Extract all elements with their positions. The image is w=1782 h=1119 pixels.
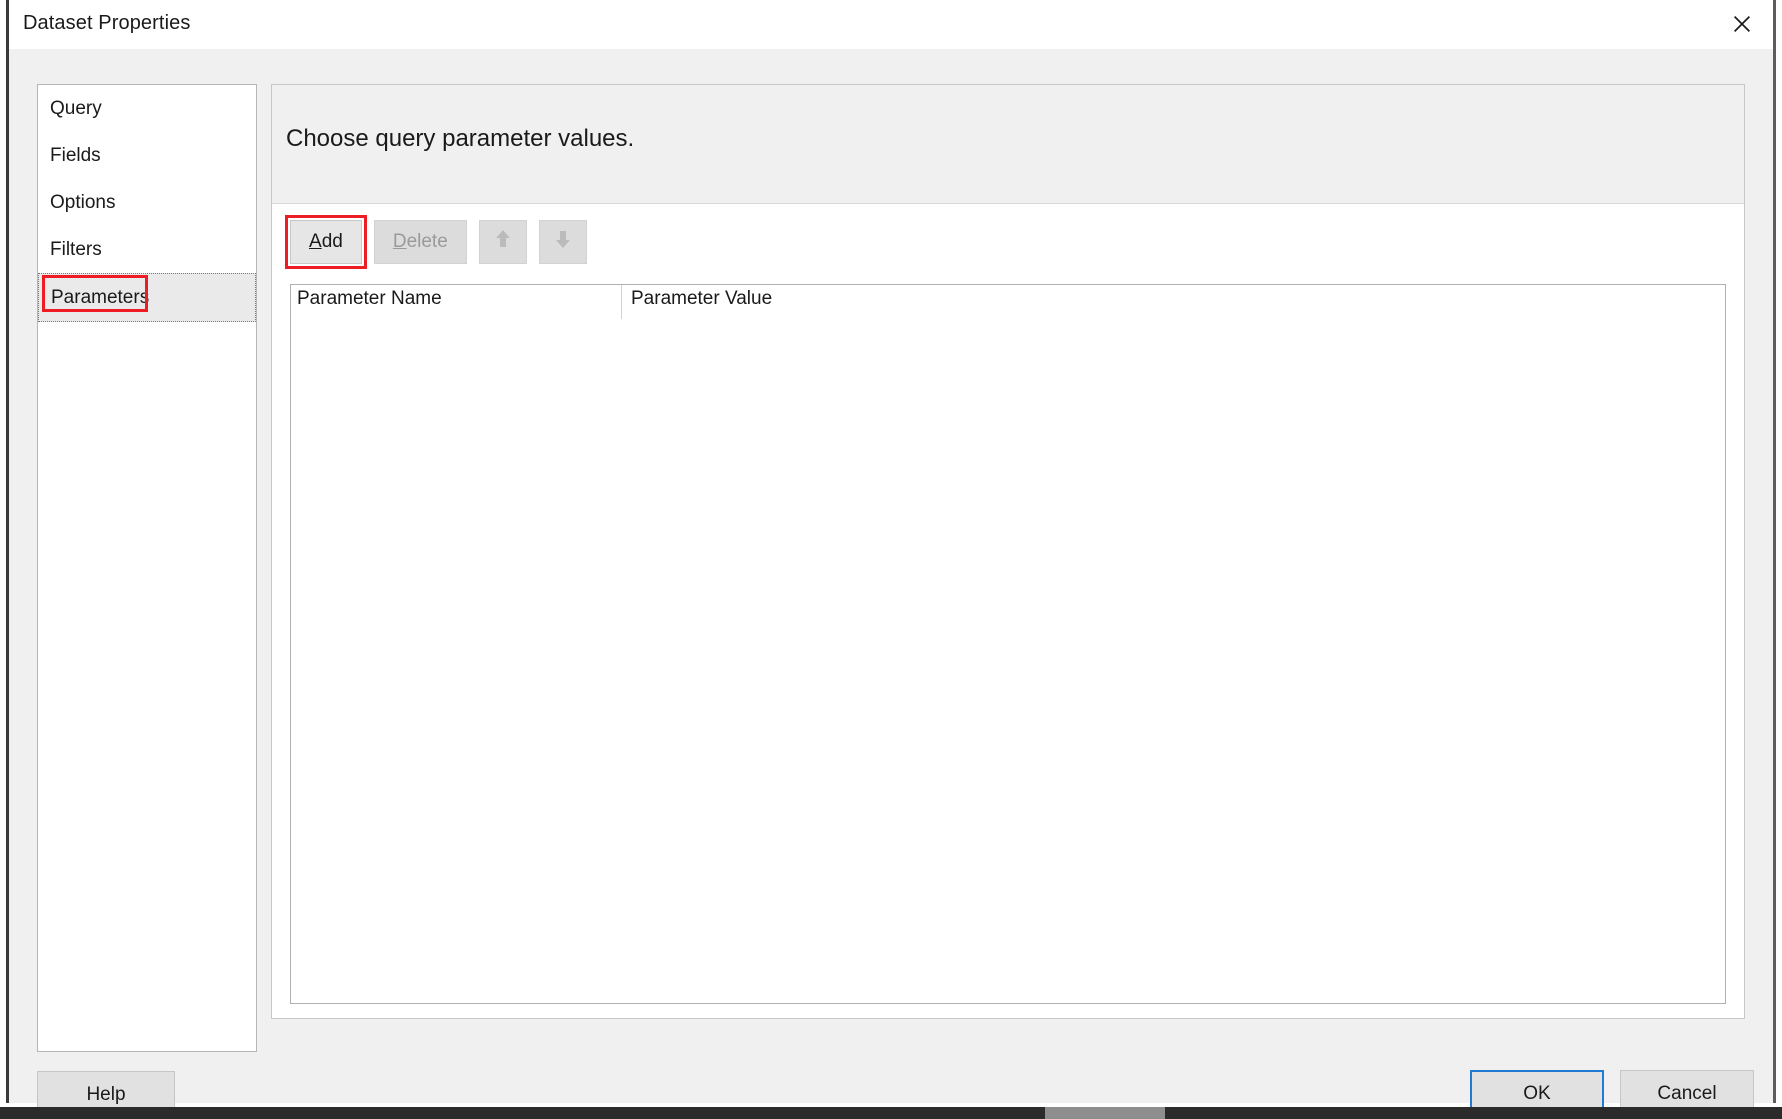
close-button[interactable] xyxy=(1711,0,1773,48)
sidebar-item-label: Fields xyxy=(50,145,101,166)
parameters-grid-header: Parameter Name Parameter Value xyxy=(291,285,1725,320)
sidebar-item-filters[interactable]: Filters xyxy=(38,226,256,273)
dialog-body: Query Fields Options Filters Parameters xyxy=(9,49,1773,1119)
sidebar-item-options[interactable]: Options xyxy=(38,179,256,226)
panel-heading: Choose query parameter values. xyxy=(286,125,635,152)
sidebar-item-fields[interactable]: Fields xyxy=(38,132,256,179)
column-separator xyxy=(621,285,622,319)
parameters-grid[interactable]: Parameter Name Parameter Value xyxy=(290,284,1726,1004)
move-down-button[interactable] xyxy=(538,220,587,264)
add-button-accel: A xyxy=(309,231,322,252)
title-bar: Dataset Properties xyxy=(9,0,1773,50)
sidebar-item-label: Parameters xyxy=(41,274,149,321)
sidebar-item-label: Options xyxy=(50,192,116,213)
column-header-parameter-name[interactable]: Parameter Name xyxy=(297,288,442,310)
add-button-label-rest: dd xyxy=(321,231,343,252)
sidebar-item-label: Filters xyxy=(50,239,102,260)
screenshot-root: Dataset Properties Query Fields Options … xyxy=(0,0,1782,1119)
column-header-parameter-value[interactable]: Parameter Value xyxy=(631,288,772,310)
arrow-down-icon xyxy=(553,228,573,256)
arrow-up-icon xyxy=(493,228,513,256)
window-bottom-edge-segment xyxy=(1045,1107,1165,1119)
close-icon xyxy=(1733,15,1751,33)
window-title: Dataset Properties xyxy=(23,12,191,34)
move-up-button[interactable] xyxy=(478,220,527,264)
sidebar-item-parameters[interactable]: Parameters xyxy=(38,273,256,322)
settings-nav-list: Query Fields Options Filters Parameters xyxy=(37,84,257,1052)
sidebar-item-label: Query xyxy=(50,98,102,119)
panel-header: Choose query parameter values. xyxy=(272,85,1744,204)
window-bottom-edge xyxy=(0,1107,1782,1119)
parameters-panel: Choose query parameter values. Add Delet… xyxy=(271,84,1745,1019)
parameters-toolbar: Add Delete xyxy=(285,215,587,269)
sidebar-item-query[interactable]: Query xyxy=(38,85,256,132)
parameters-grid-body[interactable] xyxy=(291,319,1725,1003)
delete-button-accel: D xyxy=(392,231,407,252)
add-parameter-button[interactable]: Add xyxy=(285,215,367,269)
dataset-properties-dialog: Dataset Properties Query Fields Options … xyxy=(6,0,1776,1119)
delete-parameter-button[interactable]: Delete xyxy=(373,220,467,264)
delete-button-label-rest: elete xyxy=(406,231,448,252)
